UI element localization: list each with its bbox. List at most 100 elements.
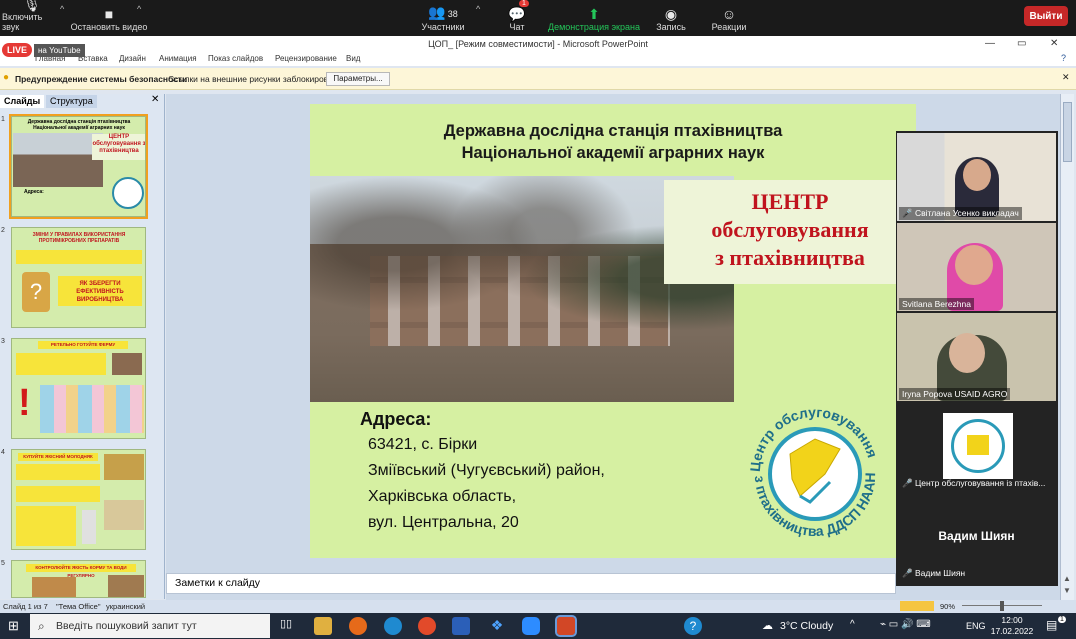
- center-logo: Центр обслуговування з птахівництва ДДСП…: [747, 404, 881, 539]
- task-view-icon[interactable]: ▯▯: [280, 617, 298, 635]
- file-explorer-icon[interactable]: [314, 617, 332, 635]
- chat-badge: 1: [519, 0, 529, 7]
- address-block: Адреса: 63421, с. Бірки Зміївський (Чугу…: [360, 406, 605, 536]
- chevron-up-icon[interactable]: ^: [60, 4, 64, 14]
- firefox-icon[interactable]: [349, 617, 367, 635]
- help-icon[interactable]: ?: [684, 617, 702, 635]
- cloud-icon: ☁: [762, 620, 773, 632]
- thumb-photo: [112, 353, 142, 375]
- participant-face: [955, 245, 993, 285]
- participant-tile[interactable]: 🎤 Центр обслуговування із птахів...: [897, 403, 1056, 491]
- emoji-icon: ☺: [721, 6, 737, 22]
- tray-icons[interactable]: ⌁ ▭ 🔊 ⌨: [880, 619, 931, 630]
- thermometer-icon: [82, 510, 96, 544]
- chevron-up-icon[interactable]: ^: [137, 4, 141, 14]
- weather-text[interactable]: 3°C Cloudy: [780, 620, 833, 632]
- input-language[interactable]: ENG: [966, 621, 986, 631]
- notes-pane[interactable]: Заметки к слайду: [166, 573, 896, 594]
- thumb-center-box: ЦЕНТР обслуговування з птахівництва: [92, 134, 145, 160]
- slide-thumb-2[interactable]: ЗМІНИ У ПРАВИЛАХ ВИКОРИСТАННЯ ПРОТИМІКРО…: [11, 227, 146, 328]
- address-line: Харківська область,: [368, 488, 517, 505]
- ribbon-tabs: Главная Вставка Дизайн Анимация Показ сл…: [0, 52, 1076, 66]
- zoom-slider-thumb[interactable]: [1000, 601, 1004, 611]
- participant-tile[interactable]: 🎤 Світлана Усенко викладач: [897, 133, 1056, 221]
- reactions-button[interactable]: ☺ Реакции: [709, 0, 749, 36]
- clock[interactable]: 12:00 17.02.2022: [990, 615, 1034, 637]
- participant-name: Центр обслуговування із птахів...: [914, 478, 1046, 488]
- live-stream-indicator[interactable]: LIVE на YouTube: [2, 41, 85, 59]
- security-options-button[interactable]: Параметры...: [326, 72, 390, 86]
- thumb-title: РЕТЕЛЬНО ГОТУЙТЕ ФЕРМУ: [38, 341, 128, 349]
- close-icon[interactable]: ✕: [1062, 72, 1070, 83]
- thumb-addr: Адреса:: [24, 189, 44, 195]
- thumb-number: 1: [1, 116, 5, 123]
- windows-start-icon[interactable]: ⊞: [8, 618, 19, 634]
- view-buttons[interactable]: [900, 601, 934, 611]
- share-screen-button[interactable]: ⬆ Демонстрация экрана: [548, 0, 640, 36]
- address-label: Адреса:: [360, 409, 432, 429]
- record-button[interactable]: ◉ Запись: [654, 0, 688, 36]
- word-icon[interactable]: [452, 617, 470, 635]
- status-bar: Слайд 1 из 7 "Тема Office" украинский 90…: [0, 600, 1076, 613]
- slides-panel: Слайды Структура ✕ 1 Державна дослідна с…: [0, 94, 165, 599]
- tab-outline[interactable]: Структура: [46, 95, 97, 108]
- ribbon-tab[interactable]: Анимация: [159, 54, 197, 63]
- zoom-level[interactable]: 90%: [940, 602, 955, 611]
- question-icon: ?: [22, 272, 50, 312]
- notifications-icon[interactable]: ▤: [1046, 618, 1057, 632]
- participant-tile[interactable]: Svitlana Berezhna: [897, 223, 1056, 311]
- pdf-reader-icon[interactable]: [418, 617, 436, 635]
- close-icon[interactable]: ✕: [1050, 36, 1058, 52]
- chevron-up-icon[interactable]: ▲: [1063, 574, 1071, 583]
- security-warning-bar: ● Предупреждение системы безопасности Сс…: [0, 68, 1076, 90]
- dropbox-icon[interactable]: ❖: [488, 617, 506, 635]
- thumb-photo: [104, 500, 144, 530]
- leave-button[interactable]: Выйти: [1024, 6, 1068, 26]
- people-icon: 👥 38: [428, 4, 458, 20]
- thumb-band: [16, 464, 100, 480]
- camera-icon: ■: [104, 6, 114, 22]
- live-badge: LIVE: [2, 43, 33, 57]
- edge-icon[interactable]: [384, 617, 402, 635]
- slide-thumb-5[interactable]: КОНТРОЛЮЙТЕ ЯКІСТЬ КОРМУ ТА ВОДИ РЕГУЛЯР…: [11, 560, 146, 598]
- help-icon[interactable]: ?: [1061, 53, 1066, 63]
- exclamation-icon: !: [18, 382, 31, 424]
- participants-panel: 🎤 Світлана Усенко викладач Svitlana Bere…: [896, 131, 1058, 586]
- thumb-number: 3: [1, 338, 5, 345]
- window-title: ЦОП_ [Режим совместимости] - Microsoft P…: [428, 39, 648, 49]
- thumb-photo: [32, 577, 76, 597]
- unmute-button[interactable]: 🎙 Включить звук: [2, 0, 62, 36]
- participant-tile[interactable]: Iryna Popova USAID AGRO: [897, 313, 1056, 401]
- participants-button[interactable]: 👥 38 Участники: [417, 0, 469, 36]
- maximize-icon[interactable]: ▭: [1017, 36, 1026, 52]
- chevron-down-icon[interactable]: ▼: [1063, 586, 1071, 595]
- notification-count: 1: [1058, 616, 1066, 623]
- ribbon-tab[interactable]: Показ слайдов: [208, 54, 263, 63]
- ribbon-tab[interactable]: Рецензирование: [275, 54, 337, 63]
- live-platform: на YouTube: [34, 43, 85, 57]
- language: украинский: [106, 602, 146, 611]
- taskbar-search[interactable]: ⌕ Введіть пошуковий запит тут: [30, 614, 270, 638]
- vertical-scrollbar[interactable]: ▲ ▼: [1060, 94, 1074, 603]
- close-icon[interactable]: ✕: [151, 94, 159, 105]
- zoom-app-icon[interactable]: [522, 617, 540, 635]
- chevron-up-icon[interactable]: ^: [476, 4, 480, 14]
- current-slide[interactable]: Державна дослідна станція птахівництва Н…: [310, 104, 916, 558]
- participant-name: Svitlana Berezhna: [899, 298, 974, 310]
- slide-thumb-4[interactable]: КУПУЙТЕ ЯКІСНИЙ МОЛОДНЯК: [11, 449, 146, 550]
- ribbon-tab[interactable]: Вид: [346, 54, 360, 63]
- slide-thumb-3[interactable]: РЕТЕЛЬНО ГОТУЙТЕ ФЕРМУ !: [11, 338, 146, 439]
- slide-counter: Слайд 1 из 7: [3, 602, 48, 611]
- powerpoint-icon[interactable]: [555, 615, 577, 637]
- participant-tile[interactable]: Вадим Шиян 🎤 Вадим Шиян: [897, 493, 1056, 581]
- slide-thumb-1[interactable]: Державна дослідна станція птахівництва Н…: [9, 114, 148, 219]
- scroll-thumb[interactable]: [1063, 102, 1072, 162]
- ribbon-tab[interactable]: Дизайн: [119, 54, 146, 63]
- minimize-icon[interactable]: —: [985, 36, 995, 52]
- thumb-photo: [108, 575, 144, 597]
- thumb-number: 4: [1, 449, 5, 456]
- thumb-number: 2: [1, 227, 5, 234]
- tab-slides[interactable]: Слайды: [0, 95, 45, 108]
- tray-chevron-icon[interactable]: ^: [850, 619, 855, 630]
- panel-tabs: Слайды Структура ✕: [0, 94, 165, 108]
